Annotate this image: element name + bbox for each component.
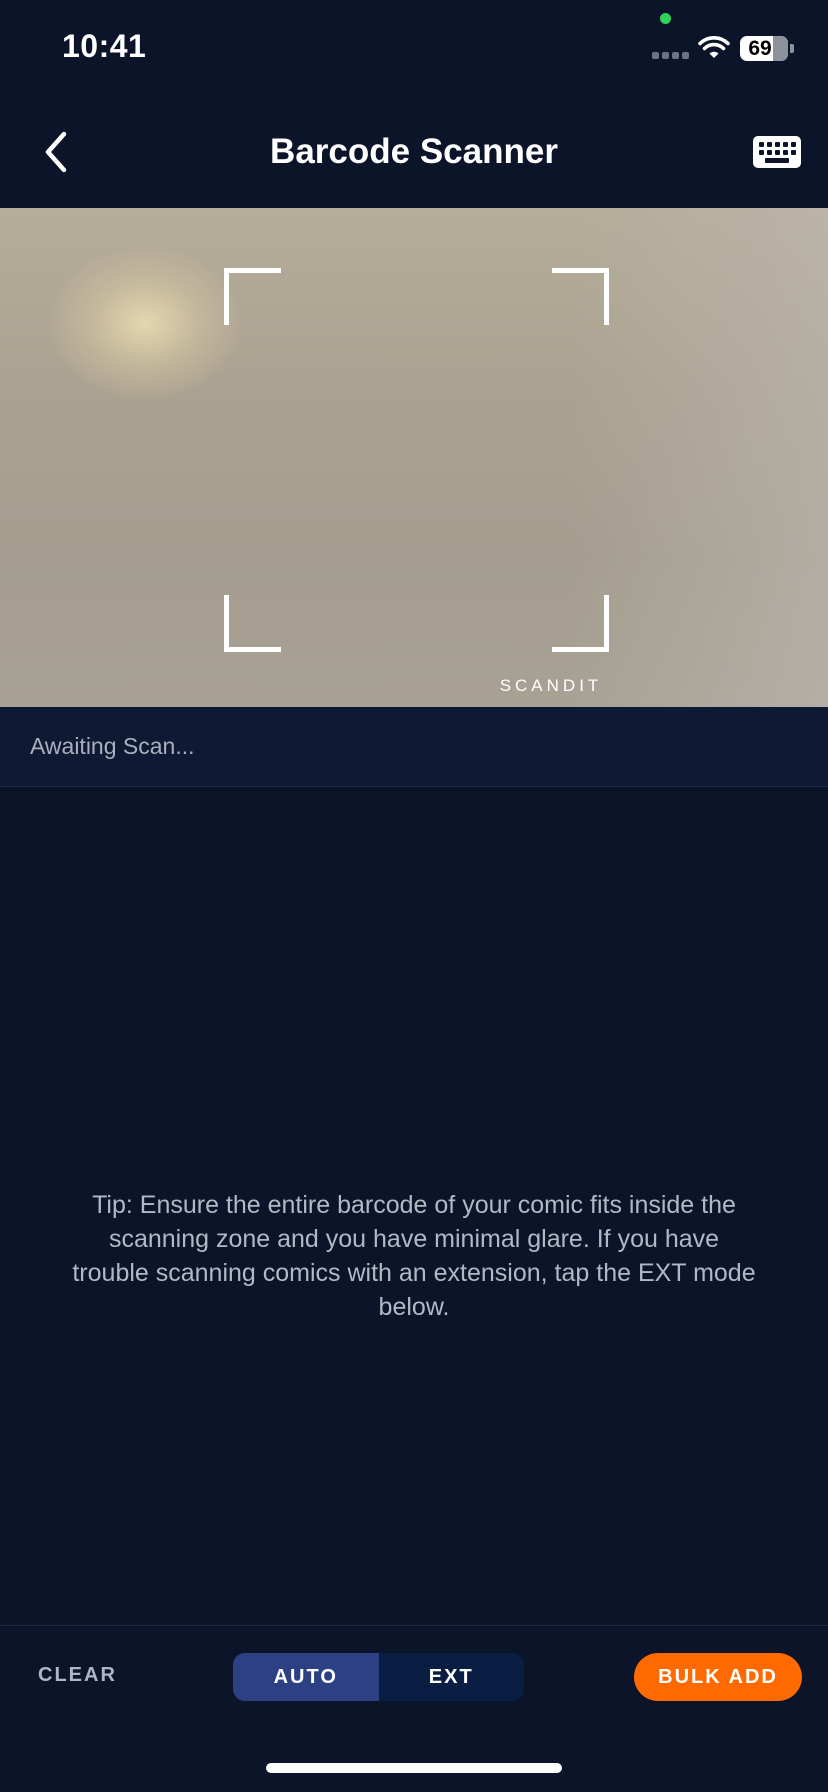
camera-in-use-indicator [660,13,671,24]
mode-auto-option[interactable]: AUTO [233,1653,379,1701]
status-bar: 10:41 69 [0,0,828,100]
scan-status-text: Awaiting Scan... [30,733,195,759]
nav-bar: Barcode Scanner [0,100,828,208]
mode-ext-option[interactable]: EXT [379,1653,525,1701]
scandit-logo: SCANDIT [499,676,603,695]
bulk-add-button[interactable]: BULK ADD [634,1653,802,1701]
scan-zone-corner-top-right [552,268,609,325]
camera-glare [50,248,240,398]
scan-zone-corner-bottom-left [224,595,281,652]
scan-mode-toggle: AUTO EXT [233,1653,524,1701]
wifi-icon [698,36,730,58]
battery-icon: 69 [740,36,788,61]
page-title: Barcode Scanner [270,132,558,171]
status-time: 10:41 [62,28,147,64]
home-indicator[interactable] [266,1763,562,1773]
clear-button[interactable]: CLEAR [38,1664,117,1687]
scan-zone-corner-bottom-right [552,595,609,652]
battery-level: 69 [748,37,772,60]
bottom-toolbar: CLEAR AUTO EXT BULK ADD [0,1625,828,1726]
scan-tip-text: Tip: Ensure the entire barcode of your c… [72,1191,756,1321]
keyboard-icon[interactable] [752,134,802,170]
cellular-signal-icon [652,52,689,59]
camera-preview[interactable]: SCANDIT [0,208,828,707]
scan-zone-corner-top-left [224,268,281,325]
scan-status-row: Awaiting Scan... [0,707,828,787]
battery-cap [790,44,794,53]
